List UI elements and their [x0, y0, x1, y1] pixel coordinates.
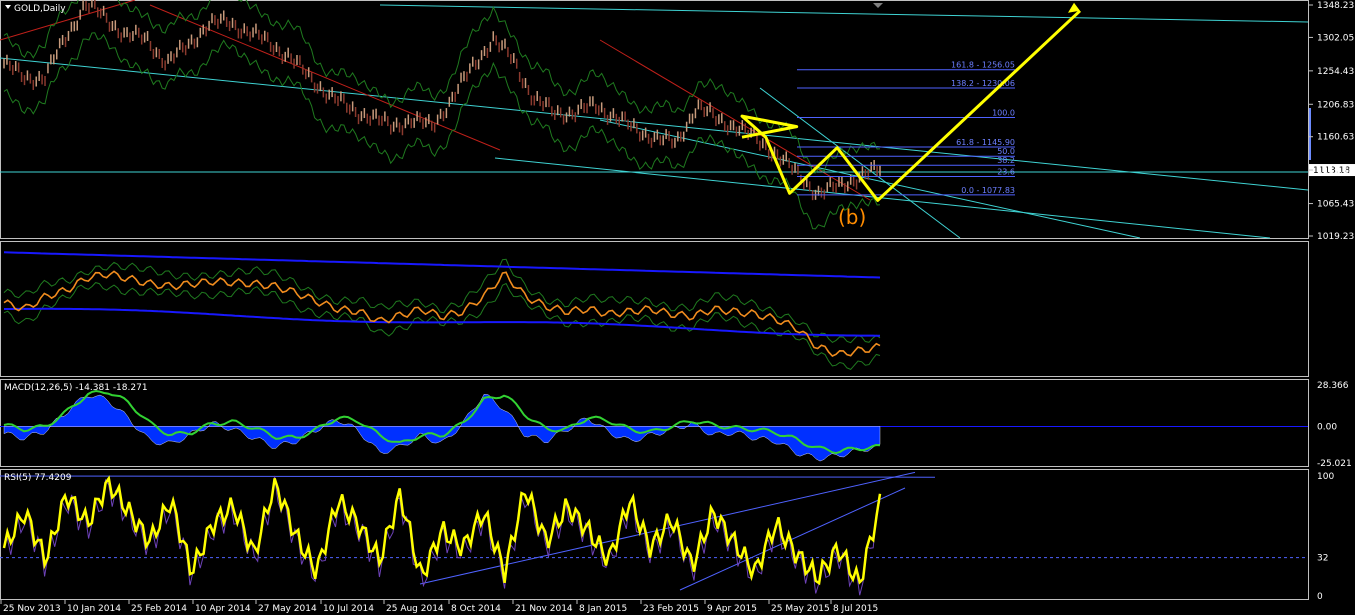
fib-level-label: 50.0	[997, 147, 1015, 156]
fib-level-label: 23.6	[997, 168, 1015, 177]
price-axis-tick: 1065.43	[1317, 200, 1354, 210]
main-price-panel[interactable]	[0, 0, 1309, 239]
rsi-axis-tick: 100	[1317, 472, 1334, 482]
price-axis-tick: 1113.18	[1317, 166, 1354, 176]
rsi-label: RSI(5) 77.4209	[4, 473, 72, 483]
date-axis-tick: 25 May 2015	[771, 604, 830, 614]
symbol-label: GOLD,Daily	[14, 4, 66, 14]
date-axis-tick: 23 Feb 2015	[643, 604, 699, 614]
date-axis-tick: 27 May 2014	[258, 604, 317, 614]
date-axis-tick: 25 Nov 2013	[3, 604, 61, 614]
price-axis-tick: 1019.23	[1317, 232, 1354, 242]
date-axis-tick: 25 Feb 2014	[131, 604, 187, 614]
date-axis-tick: 8 Jan 2015	[579, 604, 627, 614]
macd-panel[interactable]	[0, 379, 1309, 467]
fib-level-label: 161.8 - 1256.05	[951, 61, 1015, 70]
macd-axis-tick: 0.00	[1317, 422, 1337, 432]
trading-chart-window[interactable]: 161.8 - 1256.05138.2 - 1230.06100.061.8 …	[0, 0, 1355, 615]
date-axis-tick: 10 Apr 2014	[195, 604, 251, 614]
oscillator-panel[interactable]	[0, 241, 1309, 377]
date-axis-tick: 8 Oct 2014	[451, 604, 501, 614]
macd-axis-tick: -25.021	[1317, 459, 1352, 469]
date-axis-tick: 9 Apr 2015	[707, 604, 757, 614]
macd-axis-tick: 28.366	[1317, 381, 1349, 391]
fib-level-label: 61.8 - 1145.90	[956, 138, 1015, 147]
date-axis-tick: 10 Jul 2014	[323, 604, 374, 614]
date-axis-tick: 21 Nov 2014	[515, 604, 573, 614]
price-axis-tick: 1348.23	[1317, 1, 1354, 11]
price-axis-tick: 1302.05	[1317, 33, 1354, 43]
date-axis-tick: 8 Jul 2015	[833, 604, 878, 614]
price-axis-tick: 1254.43	[1317, 67, 1354, 77]
price-axis-tick: 1160.63	[1317, 133, 1354, 143]
macd-label: MACD(12,26,5) -14.381 -18.271	[4, 383, 148, 393]
date-axis-tick: 10 Jan 2014	[67, 604, 121, 614]
rsi-axis-tick: 32	[1317, 554, 1328, 564]
price-axis-tick: 1206.83	[1317, 100, 1354, 110]
fib-level-label: 38.2	[997, 156, 1015, 165]
wave-b-label: (b)	[838, 205, 866, 229]
fib-level-label: 100.0	[992, 109, 1015, 118]
date-axis-tick: 25 Aug 2014	[386, 604, 444, 614]
rsi-axis-tick: 0	[1317, 592, 1323, 602]
fib-level-label: 0.0 - 1077.83	[961, 186, 1015, 195]
